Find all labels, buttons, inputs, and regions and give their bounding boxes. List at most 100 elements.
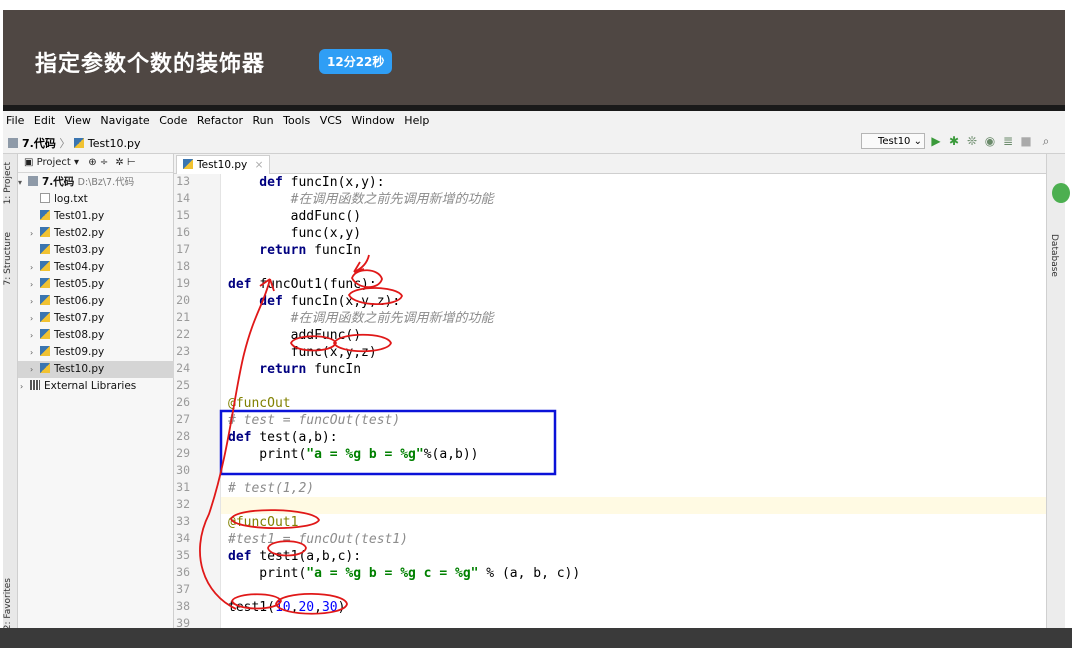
breadcrumb-file[interactable]: Test10.py [88,137,141,150]
code-line: test1(10,20,30) [228,600,346,615]
close-tab-icon[interactable]: × [255,159,264,171]
line-number: 28 [176,429,190,443]
project-panel: ▣ Project ▾ ⊕ ÷ ✲ ⊢ ▾ 7.代码 D:\Bz\7.代码 log… [18,154,185,648]
menu-tools[interactable]: Tools [280,111,313,127]
code-line: #在调用函数之前先调用新增的功能 [228,311,494,326]
database-tool-tab[interactable]: Database [1049,234,1059,277]
line-number: 33 [176,514,190,528]
line-number: 32 [176,497,190,511]
python-file-icon [40,278,50,288]
tree-item-log[interactable]: log.txt [18,191,195,208]
python-file-icon [40,210,50,220]
python-file-icon [40,312,50,322]
python-file-icon [40,244,50,254]
python-file-icon [40,261,50,271]
favorites-tool-tab[interactable]: 2: Favorites [3,578,17,630]
menu-vcs[interactable]: VCS [317,111,345,127]
code-line: #test1 = funcOut(test1) [228,532,409,547]
banner-background: 指定参数个数的装饰器 12分22秒 [3,10,1065,105]
tree-item-test02[interactable]: › Test02.py [18,225,185,242]
line-number: 38 [176,599,190,613]
hide-panel-icon[interactable]: ⊢ [127,157,136,168]
menu-file[interactable]: File [3,111,27,127]
project-panel-header: ▣ Project ▾ ⊕ ÷ ✲ ⊢ [18,154,173,173]
line-number: 19 [176,276,190,290]
line-number: 37 [176,582,190,596]
code-line: #在调用函数之前先调用新增的功能 [228,192,494,207]
library-icon [30,380,40,390]
line-number: 18 [176,259,190,273]
line-number: 20 [176,293,190,307]
code-area[interactable]: def funcIn(x,y): #在调用函数之前先调用新增的功能 addFun… [228,174,1038,648]
folder-icon [28,176,38,186]
profile-icon[interactable]: ◉ [983,134,997,148]
python-file-icon [183,159,193,169]
lesson-title: 指定参数个数的装饰器 [35,52,266,77]
editor-tab-bar: Test10.py × [174,154,1046,174]
run-icon[interactable]: ▶ [929,134,943,148]
menu-window[interactable]: Window [348,111,397,127]
stop-icon[interactable]: ■ [1019,134,1033,148]
tree-item-test06[interactable]: › Test06.py [18,293,185,310]
tree-item-test05[interactable]: › Test05.py [18,276,185,293]
code-line: # test = funcOut(test) [228,413,401,428]
tree-root[interactable]: ▾ 7.代码 D:\Bz\7.代码 [18,174,173,191]
collapse-icon[interactable]: ÷ [100,157,108,168]
code-line: @funcOut1 [228,515,299,530]
line-number: 35 [176,548,190,562]
line-number: 29 [176,446,190,460]
tree-item-test07[interactable]: › Test07.py [18,310,185,327]
breadcrumb-folder[interactable]: 7.代码 [22,137,56,150]
gear-icon[interactable]: ✲ [115,157,123,168]
line-number: 31 [176,480,190,494]
line-number: 23 [176,344,190,358]
menu-refactor[interactable]: Refactor [194,111,246,127]
tree-item-test09[interactable]: › Test09.py [18,344,185,361]
video-bottom-bar [0,628,1072,648]
menu-edit[interactable]: Edit [31,111,58,127]
python-file-icon [73,138,84,148]
structure-tool-tab[interactable]: 7: Structure [3,232,17,286]
menu-view[interactable]: View [62,111,94,127]
code-line: def test1(a,b,c): [228,549,362,564]
tree-external-libraries[interactable]: › External Libraries [18,378,175,395]
run-config-select[interactable]: Test10 ⌄ [861,133,925,149]
navigation-bar: 7.代码 〉 Test10.py Test10 ⌄ ▶ ✱ ❊ ◉ ≣ ■ ⌕ [3,131,1065,154]
line-number: 22 [176,327,190,341]
tree-item-test03[interactable]: Test03.py [18,242,195,259]
code-line: def funcIn(x,y): [228,175,385,190]
debug-icon[interactable]: ✱ [947,134,961,148]
menu-run[interactable]: Run [250,111,277,127]
video-title-banner: 指定参数个数的装饰器 12分22秒 [0,0,1072,105]
menu-navigate[interactable]: Navigate [97,111,152,127]
line-number: 27 [176,412,190,426]
search-icon[interactable]: ⌕ [1039,134,1053,148]
python-file-icon [40,329,50,339]
python-file-icon [40,363,50,373]
tree-item-test01[interactable]: Test01.py [18,208,195,225]
concurrency-icon[interactable]: ≣ [1001,134,1015,148]
line-number: 30 [176,463,190,477]
line-number: 13 [176,174,190,188]
code-line: print("a = %g b = %g c = %g" % (a, b, c)… [228,566,581,581]
line-number: 17 [176,242,190,256]
code-line: return funcIn [228,243,362,258]
folder-icon [8,138,18,148]
project-tool-tab[interactable]: 1: Project [3,162,17,204]
python-file-icon [40,295,50,305]
code-line: def test(a,b): [228,430,338,445]
line-number: 24 [176,361,190,375]
tree-item-test04[interactable]: › Test04.py [18,259,185,276]
menu-bar: File Edit View Navigate Code Refactor Ru… [3,111,1065,131]
python-file-icon [40,227,50,237]
menu-help[interactable]: Help [401,111,432,127]
code-editor: Test10.py × 13 14 15 16 17 18 19 20 21 2… [174,154,1046,648]
tab-test10[interactable]: Test10.py × [176,155,271,174]
tree-item-test10[interactable]: › Test10.py [18,361,185,378]
coverage-icon[interactable]: ❊ [965,134,979,148]
target-icon[interactable]: ⊕ [88,157,96,168]
tree-item-test08[interactable]: › Test08.py [18,327,185,344]
breadcrumb: 7.代码 〉 Test10.py [8,135,141,151]
menu-code[interactable]: Code [156,111,190,127]
project-view-select[interactable]: Project [37,157,71,168]
